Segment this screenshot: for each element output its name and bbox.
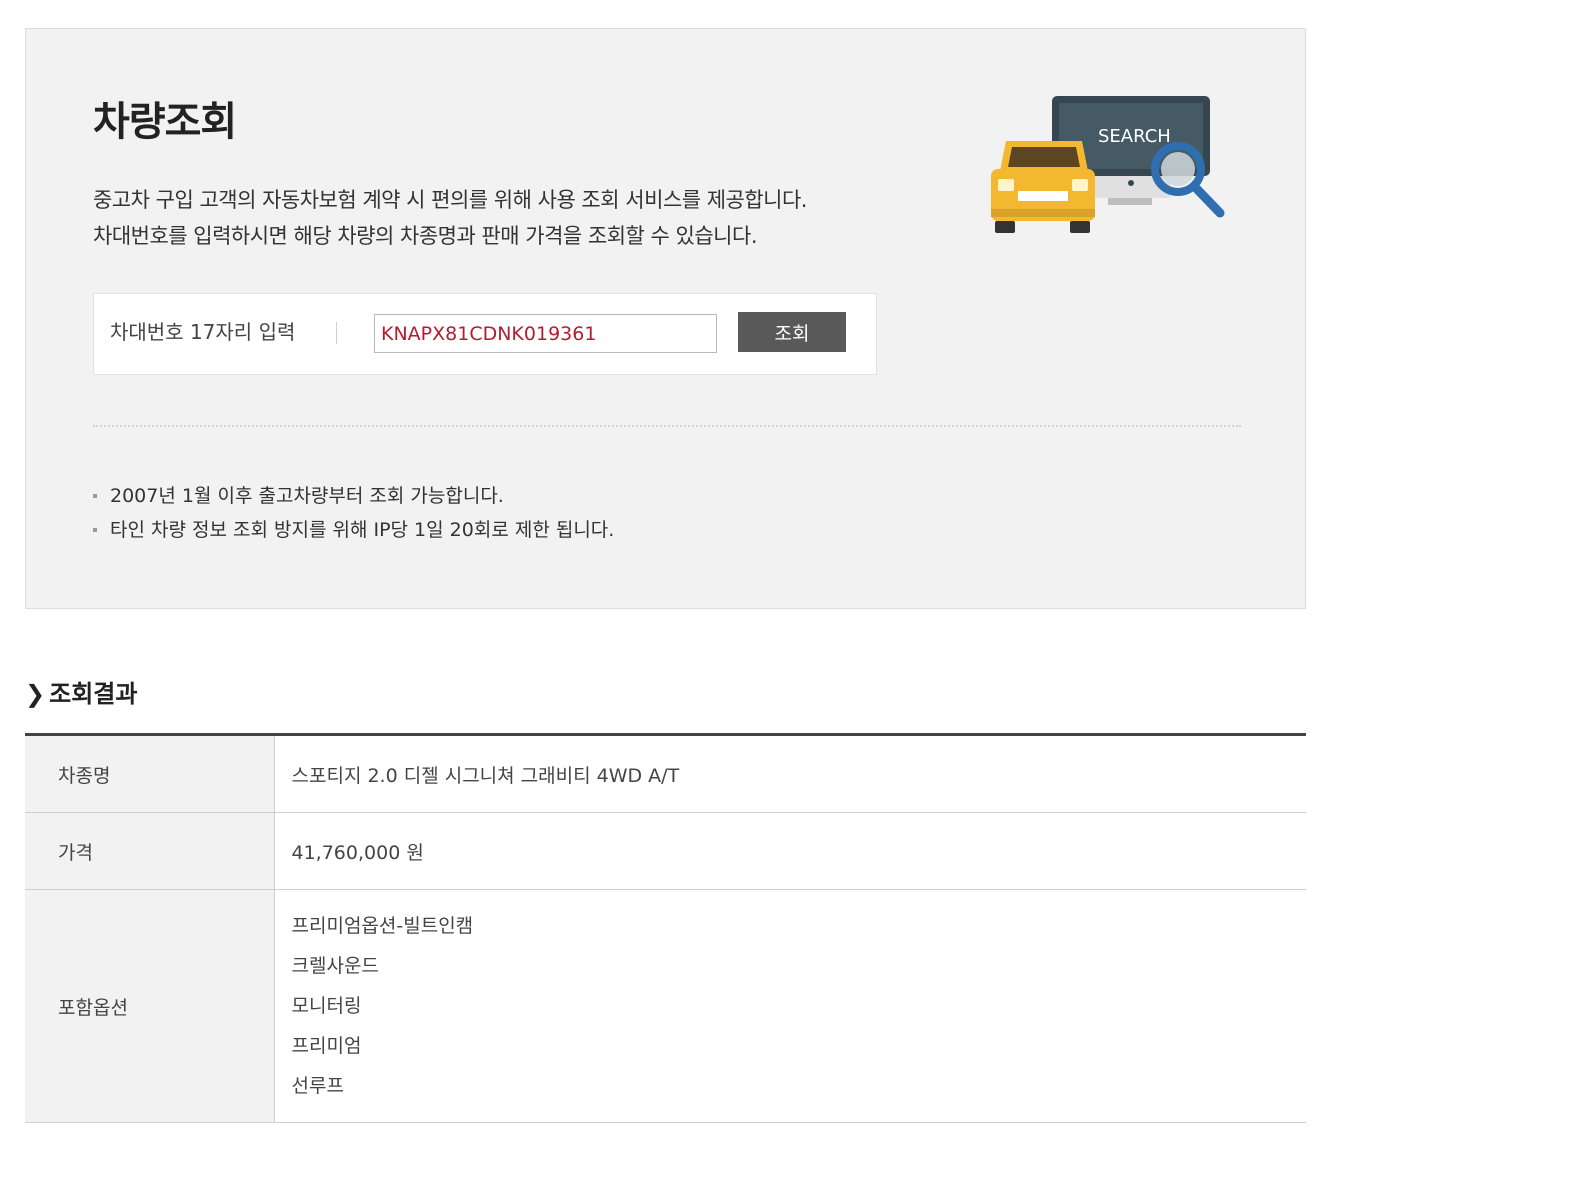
bullet-icon: [93, 528, 97, 532]
price-value: 41,760,000 원: [274, 812, 1306, 890]
options-label: 포함옵션: [25, 889, 275, 1123]
notice-list: 2007년 1월 이후 출고차량부터 조회 가능합니다. 타인 차량 정보 조회…: [93, 479, 614, 547]
option-item: 프리미엄: [291, 1035, 362, 1057]
table-row-price: 가격 41,760,000 원: [25, 812, 1306, 890]
search-button[interactable]: 조회: [738, 312, 846, 352]
vin-input[interactable]: [374, 314, 717, 353]
svg-text:SEARCH: SEARCH: [1098, 126, 1171, 147]
model-label: 차종명: [25, 734, 275, 813]
option-item: 선루프: [291, 1075, 344, 1097]
table-row-model: 차종명 스포티지 2.0 디젤 시그니쳐 그래비티 4WD A/T: [25, 734, 1306, 813]
notice-text: 타인 차량 정보 조회 방지를 위해 IP당 1일 20회로 제한 됩니다.: [110, 519, 615, 541]
description-line-1: 중고차 구입 고객의 자동차보험 계약 시 편의를 위해 사용 조회 서비스를 …: [93, 188, 807, 212]
notice-item: 타인 차량 정보 조회 방지를 위해 IP당 1일 20회로 제한 됩니다.: [93, 513, 614, 547]
table-row-options: 포함옵션 프리미엄옵션-빌트인캠 크렐사운드 모니터링 프리미엄 선루프: [25, 889, 1306, 1123]
result-heading: ❯ 조회결과: [25, 674, 137, 709]
options-value: 프리미엄옵션-빌트인캠 크렐사운드 모니터링 프리미엄 선루프: [274, 889, 1306, 1123]
vin-label: 차대번호 17자리 입력: [110, 320, 296, 344]
chevron-right-icon: ❯: [25, 680, 46, 708]
notice-item: 2007년 1월 이후 출고차량부터 조회 가능합니다.: [93, 479, 614, 513]
page-title: 차량조회: [93, 99, 237, 145]
price-label: 가격: [25, 812, 275, 890]
notice-text: 2007년 1월 이후 출고차량부터 조회 가능합니다.: [110, 485, 504, 507]
vehicle-lookup-panel: 차량조회 중고차 구입 고객의 자동차보험 계약 시 편의를 위해 사용 조회 …: [25, 28, 1306, 609]
car-search-illustration: SEARCH: [991, 96, 1225, 233]
label-separator: [336, 322, 337, 344]
bullet-icon: [93, 494, 97, 498]
option-item: 모니터링: [291, 995, 362, 1017]
vin-search-box: 차대번호 17자리 입력 조회: [93, 293, 877, 375]
option-item: 크렐사운드: [291, 955, 379, 977]
description: 중고차 구입 고객의 자동차보험 계약 시 편의를 위해 사용 조회 서비스를 …: [93, 182, 807, 254]
option-item: 프리미엄옵션-빌트인캠: [291, 915, 474, 937]
car-icon: [991, 141, 1095, 233]
section-divider: [93, 425, 1241, 427]
result-heading-text: 조회결과: [49, 680, 138, 708]
result-table: 차종명 스포티지 2.0 디젤 시그니쳐 그래비티 4WD A/T 가격 41,…: [25, 733, 1306, 1123]
model-value: 스포티지 2.0 디젤 시그니쳐 그래비티 4WD A/T: [274, 734, 1306, 813]
description-line-2: 차대번호를 입력하시면 해당 차량의 차종명과 판매 가격을 조회할 수 있습니…: [93, 224, 757, 248]
